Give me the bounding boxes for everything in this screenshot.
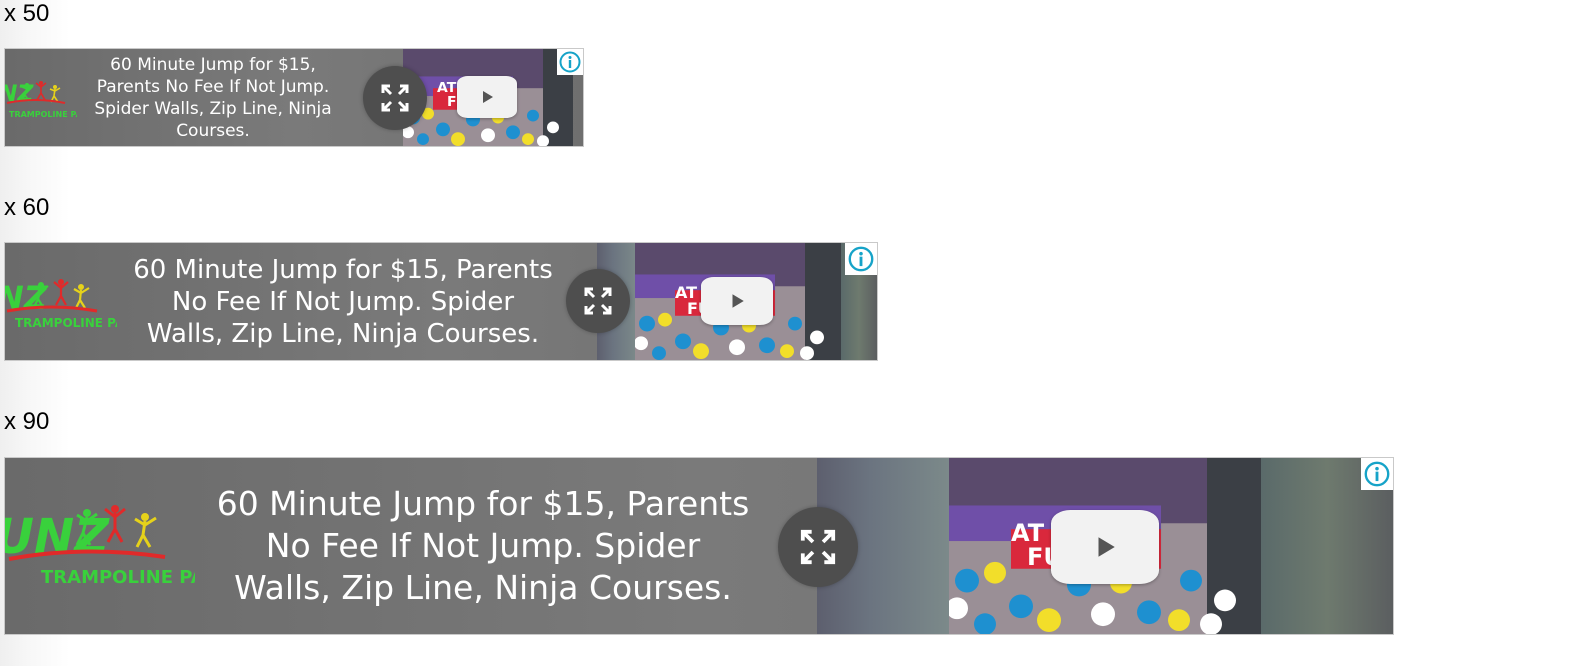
ad-size-label: x 50 — [4, 0, 50, 27]
play-icon — [483, 91, 493, 103]
play-button[interactable] — [1051, 510, 1159, 584]
trampoline-park-logo: UNZ TRAMPOLINE PARK — [5, 491, 195, 601]
ad-headline: 60 Minute Jump for $15, Parents No Fee I… — [216, 484, 750, 607]
play-button[interactable] — [457, 76, 517, 118]
ad-headline: 60 Minute Jump for $15, Parents No Fee I… — [133, 254, 553, 349]
expand-button[interactable] — [566, 269, 630, 333]
expand-icon — [800, 529, 836, 565]
expand-icon — [584, 287, 612, 315]
trampoline-park-logo: NZ TRAMPOLINE PARK — [5, 73, 77, 123]
trampoline-park-logo: NZ TRAMPOLINE PARK — [5, 267, 117, 337]
info-icon[interactable] — [845, 243, 877, 275]
play-button[interactable] — [701, 277, 773, 325]
svg-text:TRAMPOLINE PARK: TRAMPOLINE PARK — [41, 567, 195, 588]
ad-banner[interactable]: NZ TRAMPOLINE PARK 60 Minute Jump for $1… — [4, 242, 878, 361]
ad-size-label: x 90 — [4, 408, 50, 435]
expand-button[interactable] — [363, 66, 427, 130]
info-icon[interactable] — [557, 49, 583, 75]
ad-banner[interactable]: NZ TRAMPOLINE PARK 60 Minute Jump for $1… — [4, 48, 584, 147]
ad-size-label: x 60 — [4, 194, 50, 221]
play-icon — [1098, 537, 1115, 557]
ad-banner[interactable]: UNZ TRAMPOLINE PARK 60 Minute Jump for $… — [4, 457, 1394, 635]
ad-headline: 60 Minute Jump for $15, Parents No Fee I… — [94, 54, 332, 141]
play-icon — [732, 294, 744, 308]
expand-button[interactable] — [778, 507, 858, 587]
svg-text:TRAMPOLINE PARK: TRAMPOLINE PARK — [9, 110, 77, 119]
expand-icon — [381, 84, 409, 112]
svg-text:TRAMPOLINE PARK: TRAMPOLINE PARK — [15, 316, 117, 330]
info-icon[interactable] — [1361, 458, 1393, 490]
